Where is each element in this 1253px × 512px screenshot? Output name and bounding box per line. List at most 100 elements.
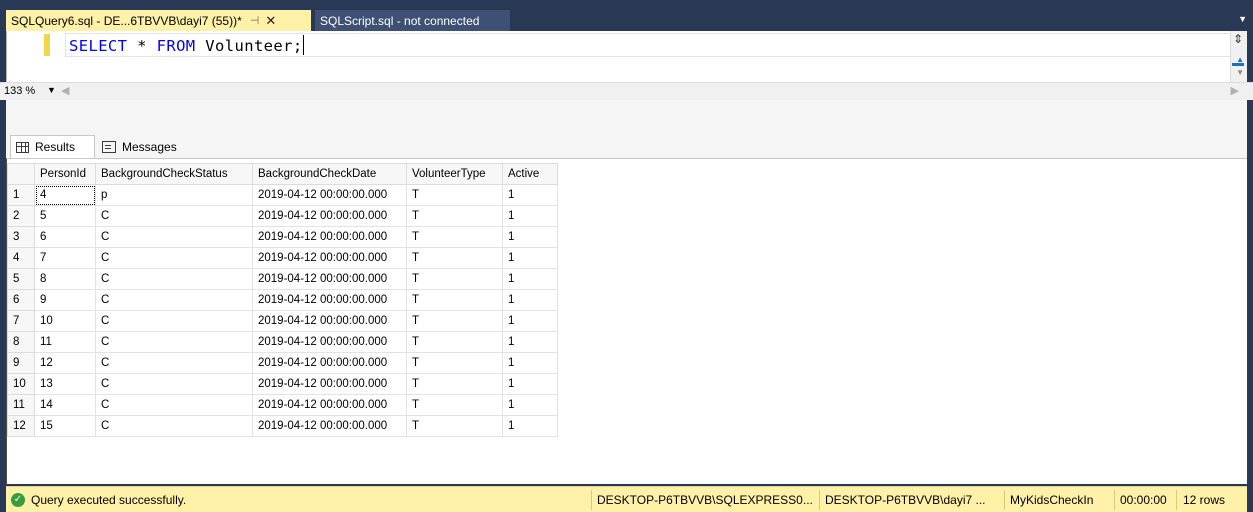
table-row[interactable]: 6 9 C 2019-04-12 00:00:00.000 T 1: [7, 289, 558, 311]
grid-cell[interactable]: C: [95, 289, 253, 311]
grid-cell[interactable]: T: [406, 331, 503, 353]
grid-cell[interactable]: T: [406, 226, 503, 248]
grid-cell[interactable]: 4: [34, 184, 96, 206]
table-row[interactable]: 2 5 C 2019-04-12 00:00:00.000 T 1: [7, 205, 558, 227]
grid-cell[interactable]: C: [95, 205, 253, 227]
row-number[interactable]: 9: [7, 352, 35, 374]
table-row[interactable]: 11 14 C 2019-04-12 00:00:00.000 T 1: [7, 394, 558, 416]
split-icon[interactable]: ⇕: [1231, 32, 1245, 47]
grid-cell[interactable]: T: [406, 184, 503, 206]
grid-cell[interactable]: 1: [502, 415, 558, 437]
grid-cell[interactable]: C: [95, 373, 253, 395]
editor-vertical-scrollbar[interactable]: ⇕ ▲ ▼: [1230, 31, 1247, 82]
column-header[interactable]: BackgroundCheckStatus: [95, 163, 253, 185]
grid-cell[interactable]: 1: [502, 331, 558, 353]
row-number[interactable]: 5: [7, 268, 35, 290]
grid-cell[interactable]: p: [95, 184, 253, 206]
pin-icon[interactable]: ⊣: [250, 14, 260, 27]
row-number[interactable]: 2: [7, 205, 35, 227]
row-number[interactable]: 10: [7, 373, 35, 395]
grid-cell[interactable]: 2019-04-12 00:00:00.000: [252, 352, 407, 374]
grid-cell[interactable]: 9: [34, 289, 96, 311]
grid-cell[interactable]: T: [406, 289, 503, 311]
grid-cell[interactable]: T: [406, 310, 503, 332]
row-number[interactable]: 6: [7, 289, 35, 311]
grid-cell[interactable]: 2019-04-12 00:00:00.000: [252, 415, 407, 437]
grid-cell[interactable]: C: [95, 394, 253, 416]
row-number[interactable]: 1: [7, 184, 35, 206]
grid-cell[interactable]: 7: [34, 247, 96, 269]
grid-cell[interactable]: 2019-04-12 00:00:00.000: [252, 373, 407, 395]
grid-cell[interactable]: 2019-04-12 00:00:00.000: [252, 394, 407, 416]
grid-cell[interactable]: 1: [502, 352, 558, 374]
row-number[interactable]: 8: [7, 331, 35, 353]
column-header[interactable]: Active: [502, 163, 558, 185]
grid-cell[interactable]: 2019-04-12 00:00:00.000: [252, 268, 407, 290]
grid-cell[interactable]: 15: [34, 415, 96, 437]
grid-cell[interactable]: C: [95, 226, 253, 248]
row-number[interactable]: 7: [7, 310, 35, 332]
grid-cell[interactable]: 1: [502, 394, 558, 416]
grid-cell[interactable]: T: [406, 352, 503, 374]
table-row[interactable]: 4 7 C 2019-04-12 00:00:00.000 T 1: [7, 247, 558, 269]
code-line-1[interactable]: SELECT * FROM Volunteer;: [69, 35, 304, 55]
table-row[interactable]: 10 13 C 2019-04-12 00:00:00.000 T 1: [7, 373, 558, 395]
grid-cell[interactable]: 2019-04-12 00:00:00.000: [252, 310, 407, 332]
tab-results[interactable]: Results: [10, 135, 95, 158]
query-editor[interactable]: SELECT * FROM Volunteer; ⇕ ▲ ▼: [6, 31, 1247, 82]
grid-cell[interactable]: T: [406, 394, 503, 416]
grid-cell[interactable]: 1: [502, 226, 558, 248]
table-row[interactable]: 1 4 p 2019-04-12 00:00:00.000 T 1: [7, 184, 558, 206]
table-row[interactable]: 12 15 C 2019-04-12 00:00:00.000 T 1: [7, 415, 558, 437]
row-number[interactable]: 11: [7, 394, 35, 416]
table-row[interactable]: 9 12 C 2019-04-12 00:00:00.000 T 1: [7, 352, 558, 374]
grid-cell[interactable]: 1: [502, 373, 558, 395]
grid-cell[interactable]: 5: [34, 205, 96, 227]
grid-cell[interactable]: C: [95, 352, 253, 374]
grid-cell[interactable]: 8: [34, 268, 96, 290]
grid-cell[interactable]: C: [95, 331, 253, 353]
grid-cell[interactable]: 1: [502, 268, 558, 290]
scroll-right-icon[interactable]: ▶: [1231, 84, 1239, 97]
results-grid[interactable]: PersonId BackgroundCheckStatus BackgroundC…: [7, 163, 558, 437]
grid-cell[interactable]: 2019-04-12 00:00:00.000: [252, 184, 407, 206]
grid-cell[interactable]: 2019-04-12 00:00:00.000: [252, 247, 407, 269]
grid-cell[interactable]: 1: [502, 310, 558, 332]
grid-cell[interactable]: C: [95, 268, 253, 290]
table-row[interactable]: 7 10 C 2019-04-12 00:00:00.000 T 1: [7, 310, 558, 332]
grid-corner-header[interactable]: [7, 163, 35, 185]
scroll-thumb[interactable]: [1232, 63, 1244, 66]
scroll-down-icon[interactable]: ▼: [1236, 68, 1244, 77]
row-number[interactable]: 12: [7, 415, 35, 437]
tab-messages[interactable]: Messages: [97, 135, 189, 158]
grid-cell[interactable]: T: [406, 268, 503, 290]
column-header[interactable]: BackgroundCheckDate: [252, 163, 407, 185]
table-row[interactable]: 8 11 C 2019-04-12 00:00:00.000 T 1: [7, 331, 558, 353]
column-header[interactable]: VolunteerType: [406, 163, 503, 185]
table-row[interactable]: 5 8 C 2019-04-12 00:00:00.000 T 1: [7, 268, 558, 290]
grid-cell[interactable]: T: [406, 205, 503, 227]
grid-cell[interactable]: 1: [502, 205, 558, 227]
grid-cell[interactable]: 10: [34, 310, 96, 332]
grid-cell[interactable]: 14: [34, 394, 96, 416]
zoom-level[interactable]: 133 %: [4, 85, 35, 97]
row-number[interactable]: 4: [7, 247, 35, 269]
zoom-dropdown-icon[interactable]: ▼: [47, 85, 56, 95]
table-row[interactable]: 3 6 C 2019-04-12 00:00:00.000 T 1: [7, 226, 558, 248]
close-icon[interactable]: ✕: [265, 14, 276, 27]
grid-cell[interactable]: 2019-04-12 00:00:00.000: [252, 205, 407, 227]
row-number[interactable]: 3: [7, 226, 35, 248]
grid-cell[interactable]: 2019-04-12 00:00:00.000: [252, 226, 407, 248]
grid-cell[interactable]: 11: [34, 331, 96, 353]
scroll-left-icon[interactable]: ◀: [61, 84, 69, 97]
grid-cell[interactable]: 13: [34, 373, 96, 395]
grid-cell[interactable]: T: [406, 373, 503, 395]
tab-sqlscript[interactable]: SQLScript.sql - not connected: [315, 10, 510, 31]
grid-cell[interactable]: 1: [502, 289, 558, 311]
tab-sqlquery6[interactable]: SQLQuery6.sql - DE...6TBVVB\dayi7 (55))*…: [6, 10, 311, 31]
grid-cell[interactable]: 2019-04-12 00:00:00.000: [252, 289, 407, 311]
tab-list-dropdown-icon[interactable]: ▼: [1238, 14, 1247, 24]
grid-cell[interactable]: C: [95, 415, 253, 437]
column-header[interactable]: PersonId: [34, 163, 96, 185]
grid-cell[interactable]: T: [406, 415, 503, 437]
